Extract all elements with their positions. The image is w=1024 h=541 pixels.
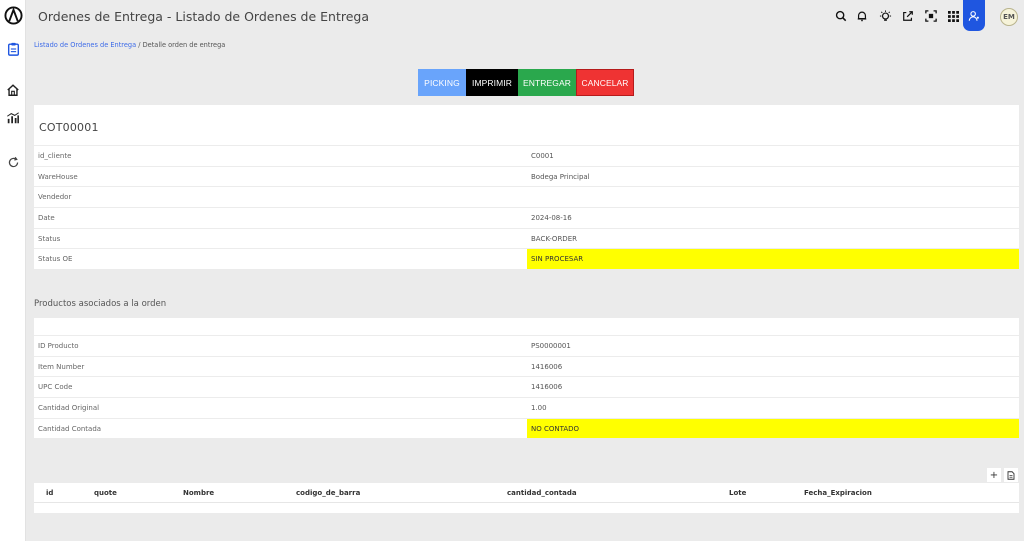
field-value: SIN PROCESAR bbox=[531, 255, 584, 264]
field-label: Status OE bbox=[38, 255, 73, 264]
scan-icon[interactable] bbox=[924, 9, 938, 23]
search-icon[interactable] bbox=[834, 9, 848, 23]
export-document-icon[interactable] bbox=[1004, 468, 1018, 482]
field-label: Item Number bbox=[38, 362, 85, 371]
field-label: Cantidad Original bbox=[38, 404, 100, 413]
product-details-card: ID Producto PS0000001 Item Number 141600… bbox=[34, 318, 1019, 439]
field-label: Status bbox=[38, 234, 61, 243]
chart-icon[interactable] bbox=[3, 108, 23, 128]
status-badge: SIN PROCESAR bbox=[527, 249, 1019, 270]
bulb-icon[interactable] bbox=[878, 9, 892, 23]
field-label: UPC Code bbox=[38, 383, 73, 392]
grid-toolbar: + bbox=[987, 468, 1018, 482]
avatar[interactable]: EM bbox=[1000, 8, 1018, 26]
cancel-button[interactable]: CANCELAR bbox=[576, 69, 634, 96]
logo-icon[interactable] bbox=[3, 5, 23, 25]
grid-header-row: id quote Nombre codigo_de_barra cantidad… bbox=[34, 483, 1019, 503]
home-icon[interactable] bbox=[3, 80, 23, 100]
add-row-button[interactable]: + bbox=[987, 468, 1001, 482]
top-bar: Ordenes de Entrega - Listado de Ordenes … bbox=[26, 0, 1024, 34]
field-label: Cantidad Contada bbox=[38, 424, 102, 433]
order-code: COT00001 bbox=[39, 121, 99, 134]
breadcrumb-link-listado[interactable]: Listado de Ordenes de Entrega bbox=[34, 41, 136, 49]
field-value: 1.00 bbox=[531, 404, 547, 413]
order-header: COT00001 bbox=[34, 105, 1019, 145]
products-section-title: Productos asociados a la orden bbox=[34, 299, 167, 309]
column-header-lote[interactable]: Lote bbox=[729, 489, 746, 497]
field-value: 1416006 bbox=[531, 362, 563, 371]
picking-button[interactable]: PICKING bbox=[418, 69, 466, 96]
field-value: Bodega Principal bbox=[531, 172, 590, 181]
refresh-icon[interactable] bbox=[3, 152, 23, 172]
field-row-item-number: Item Number 1416006 bbox=[34, 355, 1019, 377]
apps-grid-icon[interactable] bbox=[946, 9, 960, 23]
bell-icon[interactable] bbox=[855, 9, 869, 23]
column-header-id[interactable]: id bbox=[46, 489, 53, 497]
sidebar bbox=[0, 0, 26, 541]
column-header-nombre[interactable]: Nombre bbox=[183, 489, 214, 497]
breadcrumb: Listado de Ordenes de Entrega / Detalle … bbox=[34, 41, 225, 49]
field-label: WareHouse bbox=[38, 172, 78, 181]
clipboard-icon[interactable] bbox=[3, 39, 23, 59]
column-header-codigo-de-barra[interactable]: codigo_de_barra bbox=[296, 489, 360, 497]
field-row-status: Status BACK-ORDER bbox=[34, 227, 1019, 249]
breadcrumb-current: Detalle orden de entrega bbox=[142, 41, 226, 49]
field-row-id-producto: ID Producto PS0000001 bbox=[34, 335, 1019, 356]
field-value: 1416006 bbox=[531, 383, 563, 392]
column-header-cantidad-contada[interactable]: cantidad_contada bbox=[507, 489, 577, 497]
count-status-badge: NO CONTADO bbox=[527, 418, 1019, 439]
field-value: C0001 bbox=[531, 152, 554, 160]
field-row-date: Date 2024-08-16 bbox=[34, 207, 1019, 228]
field-label: Date bbox=[38, 214, 55, 223]
action-button-group: PICKING IMPRIMIR ENTREGAR CANCELAR bbox=[418, 69, 634, 96]
field-row-cantidad-original: Cantidad Original 1.00 bbox=[34, 397, 1019, 418]
column-header-quote[interactable]: quote bbox=[94, 489, 117, 497]
field-row-warehouse: WareHouse Bodega Principal bbox=[34, 165, 1019, 187]
field-row-id-cliente: id_cliente C0001 bbox=[34, 145, 1019, 166]
field-label: id_cliente bbox=[38, 152, 72, 160]
page-title: Ordenes de Entrega - Listado de Ordenes … bbox=[38, 9, 370, 24]
column-header-fecha-expiracion[interactable]: Fecha_Expiracion bbox=[804, 489, 872, 497]
products-grid: id quote Nombre codigo_de_barra cantidad… bbox=[34, 483, 1019, 513]
share-icon[interactable] bbox=[901, 9, 915, 23]
field-value: NO CONTADO bbox=[531, 424, 580, 433]
order-details-card: COT00001 id_cliente C0001 WareHouse Bode… bbox=[34, 105, 1019, 270]
field-value: BACK-ORDER bbox=[531, 234, 577, 243]
field-label: Vendedor bbox=[38, 193, 72, 202]
deliver-button[interactable]: ENTREGAR bbox=[518, 69, 576, 96]
field-row-cantidad-contada: Cantidad Contada NO CONTADO bbox=[34, 417, 1019, 439]
product-header bbox=[34, 318, 1019, 335]
field-row-vendedor: Vendedor bbox=[34, 186, 1019, 207]
field-value: PS0000001 bbox=[531, 342, 571, 350]
print-button[interactable]: IMPRIMIR bbox=[466, 69, 518, 96]
field-label: ID Producto bbox=[38, 342, 79, 350]
field-row-upc-code: UPC Code 1416006 bbox=[34, 376, 1019, 397]
field-row-status-oe: Status OE SIN PROCESAR bbox=[34, 248, 1019, 270]
field-value: 2024-08-16 bbox=[531, 214, 572, 223]
user-menu-icon[interactable] bbox=[963, 0, 985, 31]
